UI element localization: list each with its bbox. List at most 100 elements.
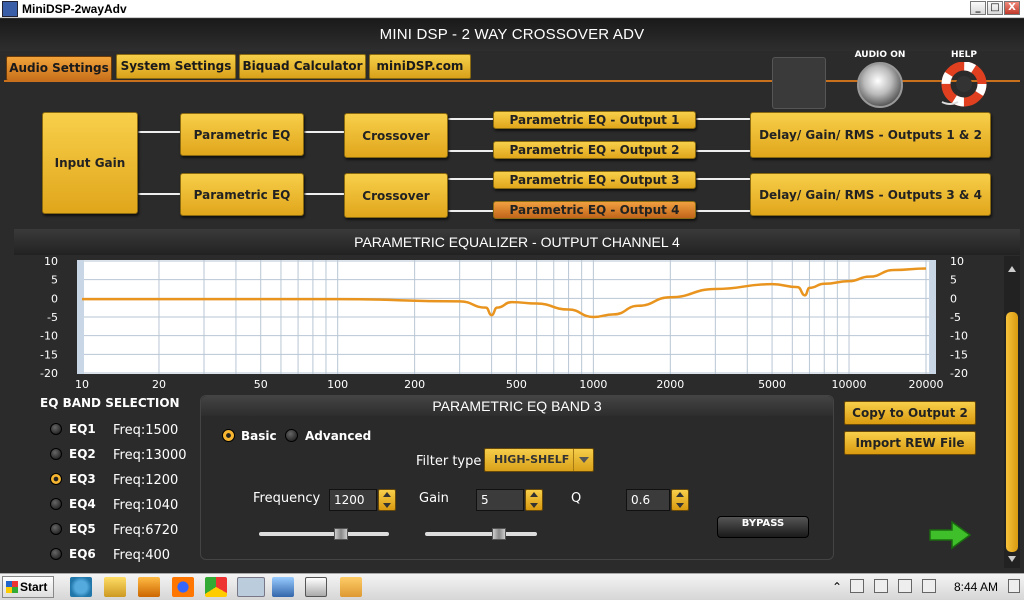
eq-band-row[interactable]: EQ2 Freq:13000	[50, 445, 200, 465]
tray-expand-icon[interactable]: ⌃	[832, 580, 842, 594]
y-tick-label-left: -10	[40, 330, 58, 343]
delay-gain-rms-1-2-block[interactable]: Delay/ Gain/ RMS - Outputs 1 & 2	[750, 112, 991, 158]
band-radio[interactable]	[50, 498, 62, 510]
chrome-icon[interactable]	[205, 577, 227, 597]
folder-icon[interactable]	[104, 577, 126, 597]
filter-type-dropdown[interactable]: HIGH-SHELF	[484, 448, 594, 472]
x-tick-label: 500	[506, 378, 527, 391]
q-field[interactable]: 0.6	[626, 489, 670, 511]
input-gain-block[interactable]: Input Gain	[42, 112, 138, 214]
filter-type-value: HIGH-SHELF	[494, 453, 570, 466]
x-tick-label: 20000	[909, 378, 944, 391]
band-radio[interactable]	[50, 423, 62, 435]
close-button[interactable]: X	[1004, 1, 1020, 15]
y-tick-label-right: 5	[950, 274, 957, 287]
x-tick-label: 200	[404, 378, 425, 391]
y-tick-label-left: 0	[51, 292, 58, 305]
eq-band-row[interactable]: EQ6 Freq:400	[50, 545, 200, 565]
range-edge-left	[77, 260, 84, 374]
rew-icon[interactable]	[305, 577, 327, 597]
firefox-icon[interactable]	[172, 577, 194, 597]
scroll-up-icon[interactable]	[1008, 262, 1016, 272]
parametric-eq-1-block[interactable]: Parametric EQ	[180, 113, 304, 156]
bypass-button[interactable]: BYPASS	[717, 516, 809, 538]
range-edge-right	[929, 260, 936, 374]
show-desktop-icon[interactable]	[1008, 579, 1020, 593]
y-tick-label-right: -20	[950, 367, 968, 380]
frequency-slider[interactable]	[259, 532, 389, 536]
tab-audio-settings[interactable]: Audio Settings	[6, 56, 112, 81]
y-tick-label-left: 10	[44, 256, 58, 268]
gain-field[interactable]: 5	[476, 489, 524, 511]
band-frequency: Freq:13000	[113, 448, 187, 463]
peq-output-2-block[interactable]: Parametric EQ - Output 2	[493, 141, 696, 159]
advanced-mode-radio[interactable]	[285, 429, 298, 442]
tab-system-settings[interactable]: System Settings	[116, 54, 236, 79]
minimize-button[interactable]: _	[970, 1, 986, 15]
copy-to-output-button[interactable]: Copy to Output 2	[844, 401, 976, 425]
help-label: HELP	[950, 50, 977, 60]
band-radio[interactable]	[50, 523, 62, 535]
minidsp-taskbar-icon[interactable]	[237, 577, 265, 597]
band-radio[interactable]	[50, 548, 62, 560]
itunes-icon[interactable]	[272, 577, 294, 597]
taskbar-clock: 8:44 AM	[954, 580, 999, 594]
q-stepper[interactable]	[671, 489, 689, 511]
band-radio[interactable]	[50, 473, 62, 485]
taskbar: Start ⌃ 8:44 AM	[0, 573, 1024, 600]
frequency-label: Frequency	[253, 491, 321, 506]
basic-mode-radio[interactable]	[222, 429, 235, 442]
x-tick-label: 5000	[758, 378, 786, 391]
scrollbar-thumb[interactable]	[1006, 312, 1018, 552]
routing-diagram: Input Gain Parametric EQ Parametric EQ C…	[10, 85, 1014, 225]
y-tick-label-right: -5	[950, 311, 961, 324]
app-title: MINI DSP - 2 WAY CROSSOVER ADV	[379, 26, 645, 43]
band-name: EQ5	[69, 522, 96, 536]
x-tick-label: 20	[152, 378, 166, 391]
crossover-1-block[interactable]: Crossover	[344, 113, 448, 158]
eq-band-row[interactable]: EQ4 Freq:1040	[50, 495, 200, 515]
peq-output-3-block[interactable]: Parametric EQ - Output 3	[493, 171, 696, 189]
delay-gain-rms-3-4-block[interactable]: Delay/ Gain/ RMS - Outputs 3 & 4	[750, 173, 991, 216]
eq-band-selection-title: EQ BAND SELECTION	[40, 396, 180, 410]
x-tick-label: 2000	[656, 378, 684, 391]
maximize-button[interactable]: □	[987, 1, 1003, 15]
scroll-down-icon[interactable]	[1008, 556, 1016, 566]
media-player-icon[interactable]	[138, 577, 160, 597]
peq-output-1-block[interactable]: Parametric EQ - Output 1	[493, 111, 696, 129]
network-icon[interactable]	[898, 579, 912, 593]
frequency-stepper[interactable]	[378, 489, 396, 511]
window-title: MiniDSP-2wayAdv	[22, 2, 127, 16]
gain-slider-handle[interactable]	[492, 528, 506, 540]
eq-response-chart[interactable]: 10 20 50 100 200 500 1000 2000 5000 10000 2000010 1…	[0, 256, 1004, 396]
gain-label: Gain	[419, 491, 449, 506]
y-tick-label-right: -10	[950, 330, 968, 343]
device-icon[interactable]	[874, 579, 888, 593]
app-window: MiniDSP-2wayAdv _ □ X MINI DSP - 2 WAY C…	[0, 0, 1024, 600]
band-radio[interactable]	[50, 448, 62, 460]
eq-band-row[interactable]: EQ1 Freq:1500	[50, 420, 200, 440]
gain-slider[interactable]	[425, 532, 537, 536]
eq-band-row[interactable]: EQ3 Freq:1200	[50, 470, 200, 490]
crossover-2-block[interactable]: Crossover	[344, 173, 448, 218]
volume-icon[interactable]	[922, 579, 936, 593]
y-tick-label-right: 0	[950, 292, 957, 305]
audio-on-label: AUDIO ON	[854, 50, 906, 60]
gain-stepper[interactable]	[525, 489, 543, 511]
next-arrow-icon[interactable]	[928, 520, 972, 550]
import-rew-file-button[interactable]: Import REW File	[844, 431, 976, 455]
flag-icon[interactable]	[850, 579, 864, 593]
window-manager-icon[interactable]	[340, 577, 362, 597]
peq-output-4-block[interactable]: Parametric EQ - Output 4	[493, 201, 696, 219]
internet-explorer-icon[interactable]	[70, 577, 92, 597]
eq-band-panel: PARAMETRIC EQ BAND 3 Basic Advanced Filt…	[200, 395, 834, 560]
eq-band-row[interactable]: EQ5 Freq:6720	[50, 520, 200, 540]
frequency-slider-handle[interactable]	[334, 528, 348, 540]
tab-biquad-calculator[interactable]: Biquad Calculator	[239, 54, 366, 79]
tab-minidsp-com[interactable]: miniDSP.com	[369, 54, 471, 79]
frequency-field[interactable]: 1200	[329, 489, 377, 511]
y-tick-label-left: -15	[40, 348, 58, 361]
parametric-eq-2-block[interactable]: Parametric EQ	[180, 173, 304, 216]
x-tick-label: 10	[75, 378, 89, 391]
start-button[interactable]: Start	[2, 576, 54, 598]
